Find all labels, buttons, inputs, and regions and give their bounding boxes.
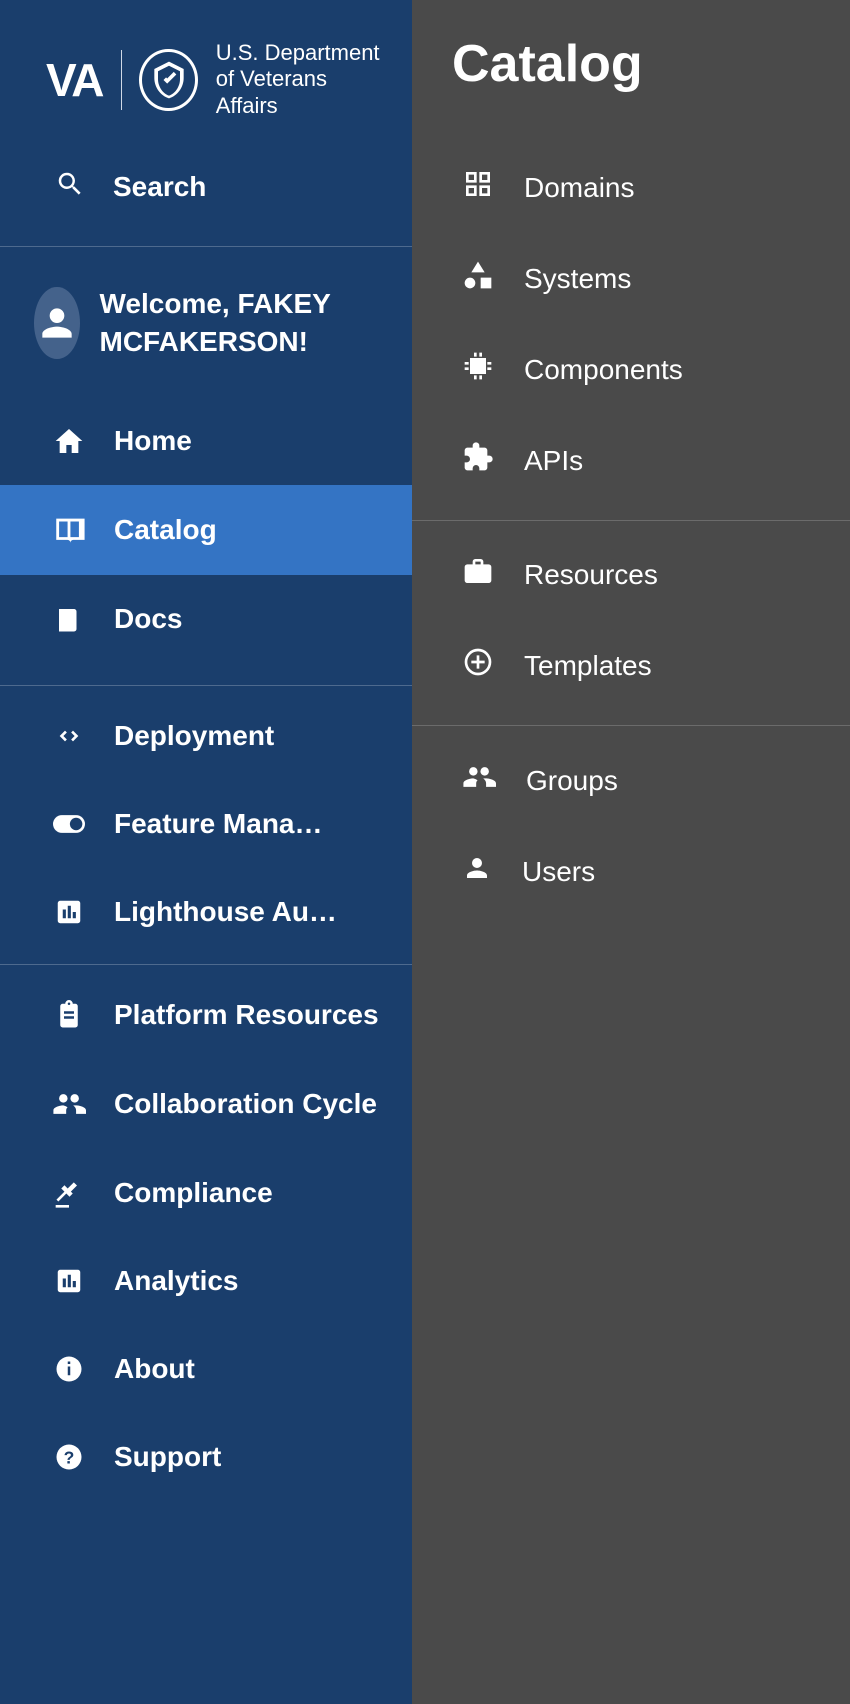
subpanel-item-label: Systems: [524, 263, 631, 295]
grid-building-icon: [462, 168, 494, 207]
logo-divider: [121, 50, 122, 110]
clipboard-icon: [52, 1000, 86, 1030]
subpanel-item-label: APIs: [524, 445, 583, 477]
sidebar-item-label: Support: [114, 1441, 221, 1473]
home-icon: [52, 425, 86, 457]
search-label: Search: [113, 171, 206, 203]
sidebar-item-label: Lighthouse Au…: [114, 896, 337, 928]
chip-icon: [462, 350, 494, 389]
sidebar-item-compliance[interactable]: Compliance: [0, 1149, 412, 1237]
avatar[interactable]: [34, 287, 80, 359]
book-open-icon: [52, 513, 86, 547]
help-icon: ?: [52, 1442, 86, 1472]
sidebar: VA U.S. Department of Veterans Affairs S…: [0, 0, 412, 1704]
sidebar-item-about[interactable]: About: [0, 1325, 412, 1413]
subpanel-item-domains[interactable]: Domains: [412, 142, 850, 233]
sidebar-item-label: Deployment: [114, 720, 274, 752]
sidebar-item-feature-management[interactable]: Feature Mana…: [0, 780, 412, 868]
search-icon: [55, 169, 85, 204]
toggle-icon: [52, 814, 86, 834]
extension-icon: [462, 441, 494, 480]
welcome-row: Welcome, FAKEY MCFAKERSON!: [0, 247, 412, 397]
sidebar-item-lighthouse-audit[interactable]: Lighthouse Au…: [0, 868, 412, 964]
sidebar-item-label: Compliance: [114, 1177, 273, 1209]
people-icon: [52, 1087, 86, 1121]
sidebar-item-platform-resources[interactable]: Platform Resources: [0, 965, 412, 1059]
shapes-icon: [462, 259, 494, 298]
code-icon: [52, 720, 86, 752]
docs-icon: [52, 604, 86, 634]
subpanel-item-groups[interactable]: Groups: [412, 726, 850, 827]
plus-circle-icon: [462, 646, 494, 685]
gavel-icon: [52, 1177, 86, 1209]
search-button[interactable]: Search: [0, 149, 412, 246]
subpanel-item-resources[interactable]: Resources: [412, 521, 850, 620]
seal-icon: [139, 49, 197, 111]
sidebar-item-label: Home: [114, 425, 192, 457]
subpanel-item-label: Users: [522, 856, 595, 888]
sidebar-item-label: Catalog: [114, 514, 217, 546]
subpanel-item-users[interactable]: Users: [412, 827, 850, 916]
subpanel-item-apis[interactable]: APIs: [412, 415, 850, 520]
analytics-icon: [52, 1266, 86, 1296]
sidebar-item-docs[interactable]: Docs: [0, 575, 412, 663]
catalog-subpanel: Catalog Domains Systems Components APIs …: [412, 0, 850, 1704]
sidebar-item-label: Collaboration Cycle: [114, 1088, 377, 1120]
logo-va-text: VA: [46, 53, 103, 107]
subpanel-item-label: Groups: [526, 765, 618, 797]
person-icon: [462, 853, 492, 890]
sidebar-item-catalog[interactable]: Catalog: [0, 485, 412, 575]
sidebar-item-collaboration-cycle[interactable]: Collaboration Cycle: [0, 1059, 412, 1149]
subpanel-item-components[interactable]: Components: [412, 324, 850, 415]
sidebar-item-deployment[interactable]: Deployment: [0, 686, 412, 780]
sidebar-item-label: Platform Resources: [114, 999, 379, 1031]
subpanel-item-systems[interactable]: Systems: [412, 233, 850, 324]
sidebar-item-label: Docs: [114, 603, 182, 635]
subpanel-item-label: Templates: [524, 650, 652, 682]
sidebar-item-label: About: [114, 1353, 195, 1385]
info-icon: [52, 1354, 86, 1384]
logo-block: VA U.S. Department of Veterans Affairs: [0, 0, 412, 149]
briefcase-icon: [462, 555, 494, 594]
subpanel-item-label: Components: [524, 354, 683, 386]
sidebar-item-support[interactable]: ? Support: [0, 1413, 412, 1501]
group-icon: [462, 760, 496, 801]
sidebar-item-analytics[interactable]: Analytics: [0, 1237, 412, 1325]
sidebar-item-label: Analytics: [114, 1265, 239, 1297]
welcome-text: Welcome, FAKEY MCFAKERSON!: [100, 285, 383, 361]
logo-department-text: U.S. Department of Veterans Affairs: [216, 40, 382, 119]
subpanel-item-label: Resources: [524, 559, 658, 591]
subpanel-title: Catalog: [412, 0, 850, 142]
subpanel-item-label: Domains: [524, 172, 634, 204]
sidebar-item-label: Feature Mana…: [114, 808, 323, 840]
subpanel-item-templates[interactable]: Templates: [412, 620, 850, 725]
chart-icon: [52, 897, 86, 927]
svg-text:?: ?: [64, 1447, 75, 1467]
sidebar-item-home[interactable]: Home: [0, 397, 412, 485]
